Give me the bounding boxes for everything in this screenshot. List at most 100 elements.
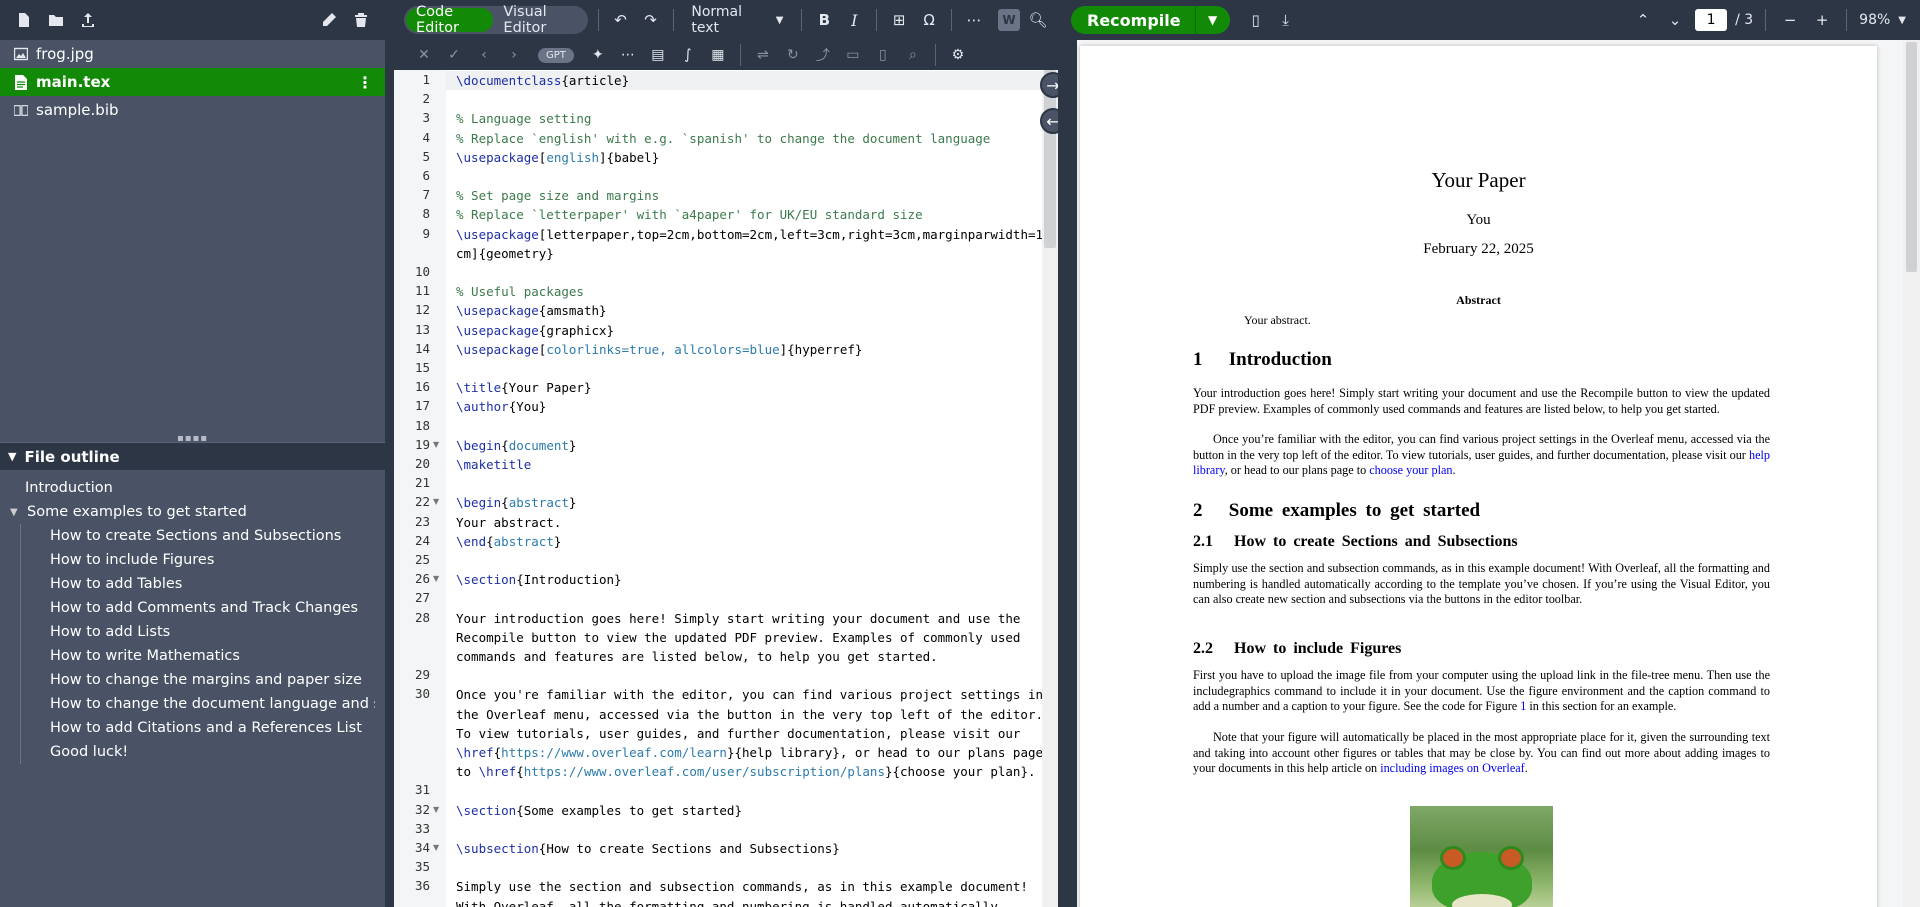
code-line[interactable]: Recompile button to view the updated PDF… <box>446 628 1058 647</box>
comment-icon[interactable]: ▤ <box>646 43 670 67</box>
code-line[interactable]: \section{Some examples to get started} <box>446 801 1058 820</box>
code-line[interactable]: commands and features are listed below, … <box>446 647 1058 666</box>
recompile-button[interactable]: Recompile <box>1071 6 1196 34</box>
visual-editor-toggle[interactable]: Visual Editor <box>493 4 585 36</box>
code-line[interactable]: \href{https://www.overleaf.com/learn}{he… <box>446 743 1058 762</box>
zoom-level[interactable]: 98% <box>1859 12 1890 28</box>
file-outline-header[interactable]: ▼ File outline <box>0 442 385 470</box>
code-line[interactable] <box>446 359 1058 378</box>
code-line[interactable] <box>446 90 1058 109</box>
logs-file-icon[interactable]: ▯ <box>1244 6 1268 34</box>
page-up-chevron-icon[interactable]: ⌃ <box>1631 6 1655 34</box>
code-line[interactable]: \usepackage[letterpaper,top=2cm,bottom=2… <box>446 225 1058 244</box>
recompile-options-chevron-icon[interactable]: ▼ <box>1196 6 1230 34</box>
code-line[interactable]: With Overleaf, all the formatting and nu… <box>446 897 1058 907</box>
code-line[interactable]: \title{Your Paper} <box>446 378 1058 397</box>
italic-icon[interactable]: I <box>842 6 866 34</box>
code-line[interactable]: \maketitle <box>446 455 1058 474</box>
share-icon[interactable]: ⤴ <box>811 43 835 67</box>
accept-check-icon[interactable]: ✓ <box>442 43 466 67</box>
outline-item[interactable]: How to add Tables <box>20 572 375 596</box>
code-editor-toggle[interactable]: Code Editor <box>406 4 494 36</box>
fold-caret-icon[interactable]: ▼ <box>433 805 439 814</box>
code-line[interactable]: Simply use the section and subsection co… <box>446 877 1058 896</box>
redo-icon[interactable]: ↷ <box>639 6 663 34</box>
writefull-icon[interactable]: W <box>997 9 1020 31</box>
zoom-caret-down-icon[interactable]: ▼ <box>1898 15 1906 26</box>
pdf-resize-handle[interactable] <box>1058 0 1077 907</box>
clipboard-icon[interactable]: ▭ <box>841 43 865 67</box>
code-line[interactable] <box>446 820 1058 839</box>
outline-item[interactable]: How to write Mathematics <box>20 644 375 668</box>
outline-item[interactable]: How to include Figures <box>20 548 375 572</box>
file-item-main-tex[interactable]: main.tex ⋮ <box>0 68 385 96</box>
gear-icon[interactable]: ⚙ <box>946 43 970 67</box>
code-line[interactable]: cm]{geometry} <box>446 244 1058 263</box>
code-line[interactable] <box>446 589 1058 608</box>
code-line[interactable] <box>446 263 1058 282</box>
refresh-icon[interactable]: ↻ <box>781 43 805 67</box>
text-style-select[interactable]: Normal text ▼ <box>683 4 791 36</box>
code-line[interactable]: the Overleaf menu, accessed via the butt… <box>446 705 1058 724</box>
fold-caret-icon[interactable]: ▼ <box>433 440 439 449</box>
table-icon[interactable]: ▦ <box>706 43 730 67</box>
outline-item[interactable]: ▼ Some examples to get started <box>0 500 385 524</box>
code-line[interactable]: Your introduction goes here! Simply star… <box>446 609 1058 628</box>
code-line[interactable]: \section{Introduction} <box>446 570 1058 589</box>
more-options-icon[interactable]: ⋯ <box>962 6 986 34</box>
file-item-sample-bib[interactable]: sample.bib <box>0 96 385 124</box>
outline-item[interactable]: How to change the margins and paper size <box>20 668 375 692</box>
new-folder-icon[interactable] <box>42 6 70 34</box>
omega-symbol-icon[interactable]: Ω <box>917 6 941 34</box>
search-icon[interactable]: 🔍︎ <box>1026 6 1050 34</box>
code-line[interactable]: \author{You} <box>446 397 1058 416</box>
code-line[interactable]: \usepackage{graphicx} <box>446 321 1058 340</box>
pdf-scrollbar-thumb[interactable] <box>1906 42 1917 272</box>
outline-item[interactable]: How to add Comments and Track Changes <box>20 596 375 620</box>
outline-item[interactable]: How to add Lists <box>20 620 375 644</box>
code-line[interactable]: % Replace `english' with e.g. `spanish' … <box>446 129 1058 148</box>
outline-item[interactable]: Introduction <box>0 476 385 500</box>
code-line[interactable]: Once you're familiar with the editor, yo… <box>446 685 1058 704</box>
math-integral-icon[interactable]: ∫ <box>676 43 700 67</box>
page-down-chevron-icon[interactable]: ⌄ <box>1663 6 1687 34</box>
fold-caret-icon[interactable]: ▼ <box>433 497 439 506</box>
fold-caret-icon[interactable]: ▼ <box>433 574 439 583</box>
outline-item[interactable]: How to create Sections and Subsections <box>20 524 375 548</box>
download-pdf-icon[interactable]: ⤓ <box>1274 6 1298 34</box>
pdf-scrollbar[interactable] <box>1903 40 1920 907</box>
pdf-viewer[interactable]: Your Paper You February 22, 2025 Abstrac… <box>1077 40 1920 907</box>
code-line[interactable] <box>446 666 1058 685</box>
code-line[interactable] <box>446 551 1058 570</box>
code-line[interactable] <box>446 858 1058 877</box>
code-line[interactable]: Your abstract. <box>446 513 1058 532</box>
shuffle-icon[interactable]: ⇌ <box>751 43 775 67</box>
ellipsis-icon[interactable]: ⋯ <box>616 43 640 67</box>
code-line[interactable] <box>446 474 1058 493</box>
code-line[interactable]: To view tutorials, user guides, and furt… <box>446 724 1058 743</box>
editor-scrollbar[interactable] <box>1042 70 1058 907</box>
code-editor[interactable]: 1 2 3 4 5 6 7 8 9 10 11 12 13 14 15 16 17 18 19 ▼ 20 21 22 ▼ 23 2… <box>394 70 1058 907</box>
code-line[interactable]: \documentclass{article} <box>446 71 1058 90</box>
upload-icon[interactable] <box>74 6 102 34</box>
code-line[interactable]: \subsection{How to create Sections and S… <box>446 839 1058 858</box>
code-line[interactable] <box>446 781 1058 800</box>
file-menu-icon[interactable]: ⋮ <box>357 73 373 92</box>
reject-x-icon[interactable]: ✕ <box>412 43 436 67</box>
code-line[interactable]: % Language setting <box>446 109 1058 128</box>
document-icon[interactable]: ▯ <box>871 43 895 67</box>
next-chevron-icon[interactable]: › <box>502 43 526 67</box>
code-line[interactable] <box>446 167 1058 186</box>
code-line[interactable]: \end{abstract} <box>446 532 1058 551</box>
chevron-down-icon[interactable]: ▼ <box>10 507 24 518</box>
code-line[interactable]: % Replace `letterpaper' with `a4paper' f… <box>446 205 1058 224</box>
outline-item[interactable]: Good luck! <box>20 740 375 764</box>
code-line[interactable]: \begin{abstract} <box>446 493 1058 512</box>
code-line[interactable]: % Set page size and margins <box>446 186 1058 205</box>
code-line[interactable]: % Useful packages <box>446 282 1058 301</box>
zoom-in-icon[interactable]: + <box>1810 6 1834 34</box>
including-images-link[interactable]: including images on Overleaf <box>1380 761 1525 775</box>
outline-item[interactable]: How to add Citations and a References Li… <box>20 716 375 740</box>
choose-plan-link[interactable]: choose your plan <box>1369 463 1452 477</box>
code-line[interactable] <box>446 417 1058 436</box>
